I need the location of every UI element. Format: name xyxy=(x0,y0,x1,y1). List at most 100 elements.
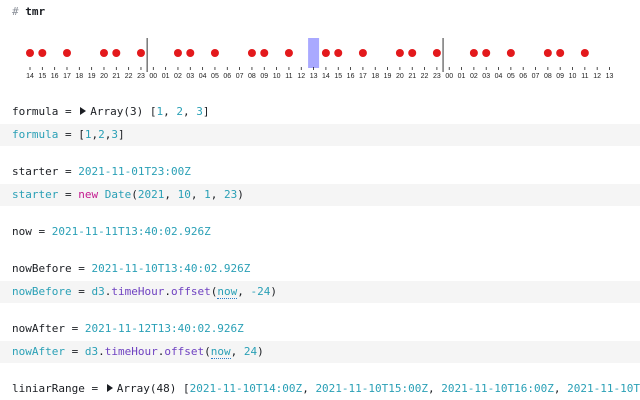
hour-dot xyxy=(432,49,441,57)
literal: 3 xyxy=(111,128,118,141)
starter-source-cell[interactable]: starter = new Date(2021, 10, 1, 23) xyxy=(0,184,640,206)
hour-dot xyxy=(358,49,367,57)
hour-tick-label: 09 xyxy=(260,73,268,80)
literal: 2 xyxy=(98,128,105,141)
hour-tick-label: 16 xyxy=(51,73,59,80)
array-prefix[interactable]: Array(3) [ xyxy=(90,105,156,118)
paren: ) xyxy=(237,188,244,201)
hour-tick-label: 19 xyxy=(88,73,96,80)
hour-tick-label: 13 xyxy=(606,73,614,80)
hour-dot xyxy=(210,49,219,57)
separator: , xyxy=(210,188,224,201)
current-hour-highlight xyxy=(308,38,320,68)
assign: = [ xyxy=(58,128,85,141)
hour-tick-label: 00 xyxy=(149,73,157,80)
nowafter-source-cell[interactable]: nowAfter = d3.timeHour.offset(now, 24) xyxy=(0,341,640,363)
equals: = xyxy=(58,165,79,178)
method: offset xyxy=(170,285,211,298)
starter-output: starter = 2021-11-01T23:00Z xyxy=(0,161,640,183)
hour-tick-label: 10 xyxy=(273,73,281,80)
hour-tick-label: 22 xyxy=(421,73,429,80)
hour-dot xyxy=(469,49,478,57)
hour-tick-label: 04 xyxy=(495,73,503,80)
date-value: 2021-11-12T13:40:02.926Z xyxy=(84,322,244,335)
variable-ref-link[interactable]: now xyxy=(217,285,238,299)
hour-dot xyxy=(247,49,256,57)
hour-tick-label: 07 xyxy=(532,73,540,80)
expand-triangle-icon[interactable] xyxy=(106,384,113,392)
date-value: 2021-11-01T23:00Z xyxy=(78,165,191,178)
date-value: 2021-11-10T13:40:02.926Z xyxy=(91,262,251,275)
literal: 10 xyxy=(177,188,191,201)
hour-timeline: 14 15 16 17 18 19 20 21 22 23 00 01 02 03 04 05 06 07 08 09… xyxy=(26,38,614,80)
hour-dot xyxy=(62,49,71,57)
hour-tick-label: 17 xyxy=(359,73,367,80)
separator: , xyxy=(553,382,568,395)
expand-triangle-icon[interactable] xyxy=(80,107,87,115)
constructor: Date xyxy=(104,188,132,201)
literal: 2021 xyxy=(137,188,165,201)
dot: . xyxy=(98,345,105,358)
hour-tick-label: 20 xyxy=(100,73,108,80)
literal: 23 xyxy=(223,188,238,201)
hour-dot xyxy=(173,49,182,57)
hour-dot xyxy=(260,49,269,57)
method: offset xyxy=(164,345,205,358)
hour-tick-label: 15 xyxy=(38,73,46,80)
hour-tick-label: 14 xyxy=(322,73,330,80)
variable-name: formula xyxy=(12,128,59,141)
hour-tick-label: 12 xyxy=(593,73,601,80)
array-value: 2021-11-10T16:00Z xyxy=(441,382,554,395)
hour-tick-label: 18 xyxy=(75,73,83,80)
object-ref: d3 xyxy=(84,345,99,358)
hour-dot xyxy=(543,49,552,57)
hour-tick-label: 15 xyxy=(334,73,342,80)
separator: , xyxy=(164,188,178,201)
property: timeHour xyxy=(111,285,165,298)
hour-tick-label: 16 xyxy=(347,73,355,80)
paren: ) xyxy=(257,345,264,358)
formula-source-cell[interactable]: formula = [1,2,3] xyxy=(0,124,640,146)
hour-dot xyxy=(580,49,589,57)
hour-tick-label: 14 xyxy=(26,73,34,80)
dot: . xyxy=(164,285,171,298)
hour-tick-label: 13 xyxy=(310,73,318,80)
hour-dot xyxy=(506,49,515,57)
paren: ) xyxy=(270,285,277,298)
hour-tick-label: 06 xyxy=(223,73,231,80)
nowafter-output: nowAfter = 2021-11-12T13:40:02.926Z xyxy=(0,318,640,340)
object-ref: d3 xyxy=(91,285,105,298)
hour-tick-label: 06 xyxy=(519,73,527,80)
variable-name: liniarRange xyxy=(12,382,85,395)
variable-name: now xyxy=(12,225,32,238)
hour-tick-label: 21 xyxy=(408,73,416,80)
nowbefore-source-cell[interactable]: nowBefore = d3.timeHour.offset(now, -24) xyxy=(0,281,640,303)
literal: -24 xyxy=(250,285,271,298)
array-value: 3 xyxy=(196,105,203,118)
hour-dot xyxy=(26,49,34,57)
hour-dot xyxy=(38,49,47,57)
hour-tick-label: 00 xyxy=(445,73,453,80)
equals: = xyxy=(84,382,105,395)
hour-tick-label: 08 xyxy=(544,73,552,80)
paren: ( xyxy=(204,345,211,358)
variable-ref-link[interactable]: now xyxy=(210,345,231,359)
hour-tick-label: 11 xyxy=(581,73,588,80)
hour-tick-label: 23 xyxy=(137,73,145,80)
liniarrange-output: liniarRange = Array(48) [2021-11-10T14:0… xyxy=(0,378,640,400)
hour-tick-label: 01 xyxy=(162,73,170,80)
hour-tick-label: 05 xyxy=(211,73,219,80)
variable-name: nowBefore xyxy=(12,285,72,298)
nowbefore-output: nowBefore = 2021-11-10T13:40:02.926Z xyxy=(0,258,640,280)
hour-dot xyxy=(556,49,565,57)
notebook-title: # tmr xyxy=(12,5,45,18)
hour-tick-label: 19 xyxy=(384,73,392,80)
array-prefix[interactable]: Array(48) [ xyxy=(117,382,190,395)
bracket: ] xyxy=(117,128,125,141)
hour-dot xyxy=(321,49,330,57)
hour-tick-label: 18 xyxy=(371,73,379,80)
hour-tick-label: 23 xyxy=(433,73,441,80)
hour-tick-label: 03 xyxy=(482,73,490,80)
hour-tick-label: 04 xyxy=(199,73,207,80)
hour-tick-label: 21 xyxy=(112,73,120,80)
